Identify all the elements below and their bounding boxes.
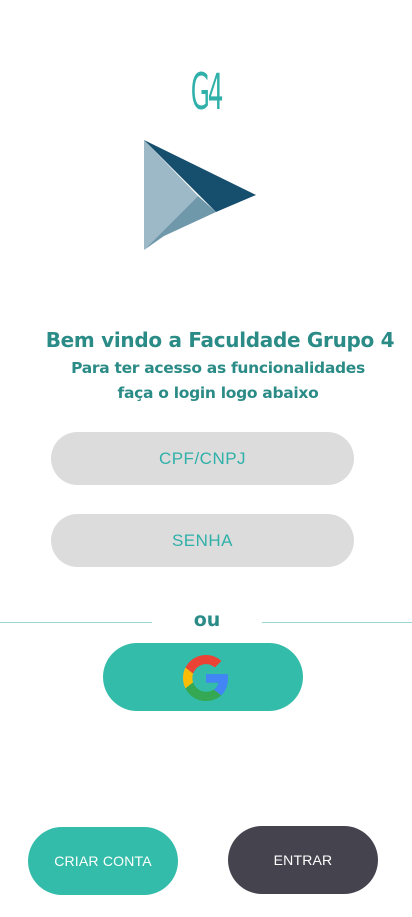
google-login-button[interactable] [103, 643, 303, 711]
google-icon [183, 655, 229, 701]
create-account-button[interactable]: CRIAR CONTA [28, 827, 178, 895]
play-triangle-logo [144, 140, 256, 250]
welcome-subtitle-line-1: Para ter acesso as funcionalidades [71, 359, 365, 377]
welcome-subtitle-line-2: faça o login logo abaixo [117, 384, 319, 402]
divider-line-left [0, 622, 152, 623]
cpf-cnpj-input[interactable] [51, 432, 354, 485]
welcome-subtitle: Para ter acesso as funcionalidades faça … [0, 356, 412, 406]
enter-button[interactable]: ENTRAR [228, 826, 378, 894]
divider-line-right [262, 622, 412, 623]
divider-or-text: ou [193, 609, 221, 631]
welcome-title: Bem vindo a Faculdade Grupo 4 [45, 328, 395, 352]
brand-mark: G4 [190, 63, 224, 121]
password-input[interactable] [51, 514, 354, 567]
login-screen: G4 Bem vindo a Faculdade Grupo 4 Para te… [0, 0, 412, 917]
